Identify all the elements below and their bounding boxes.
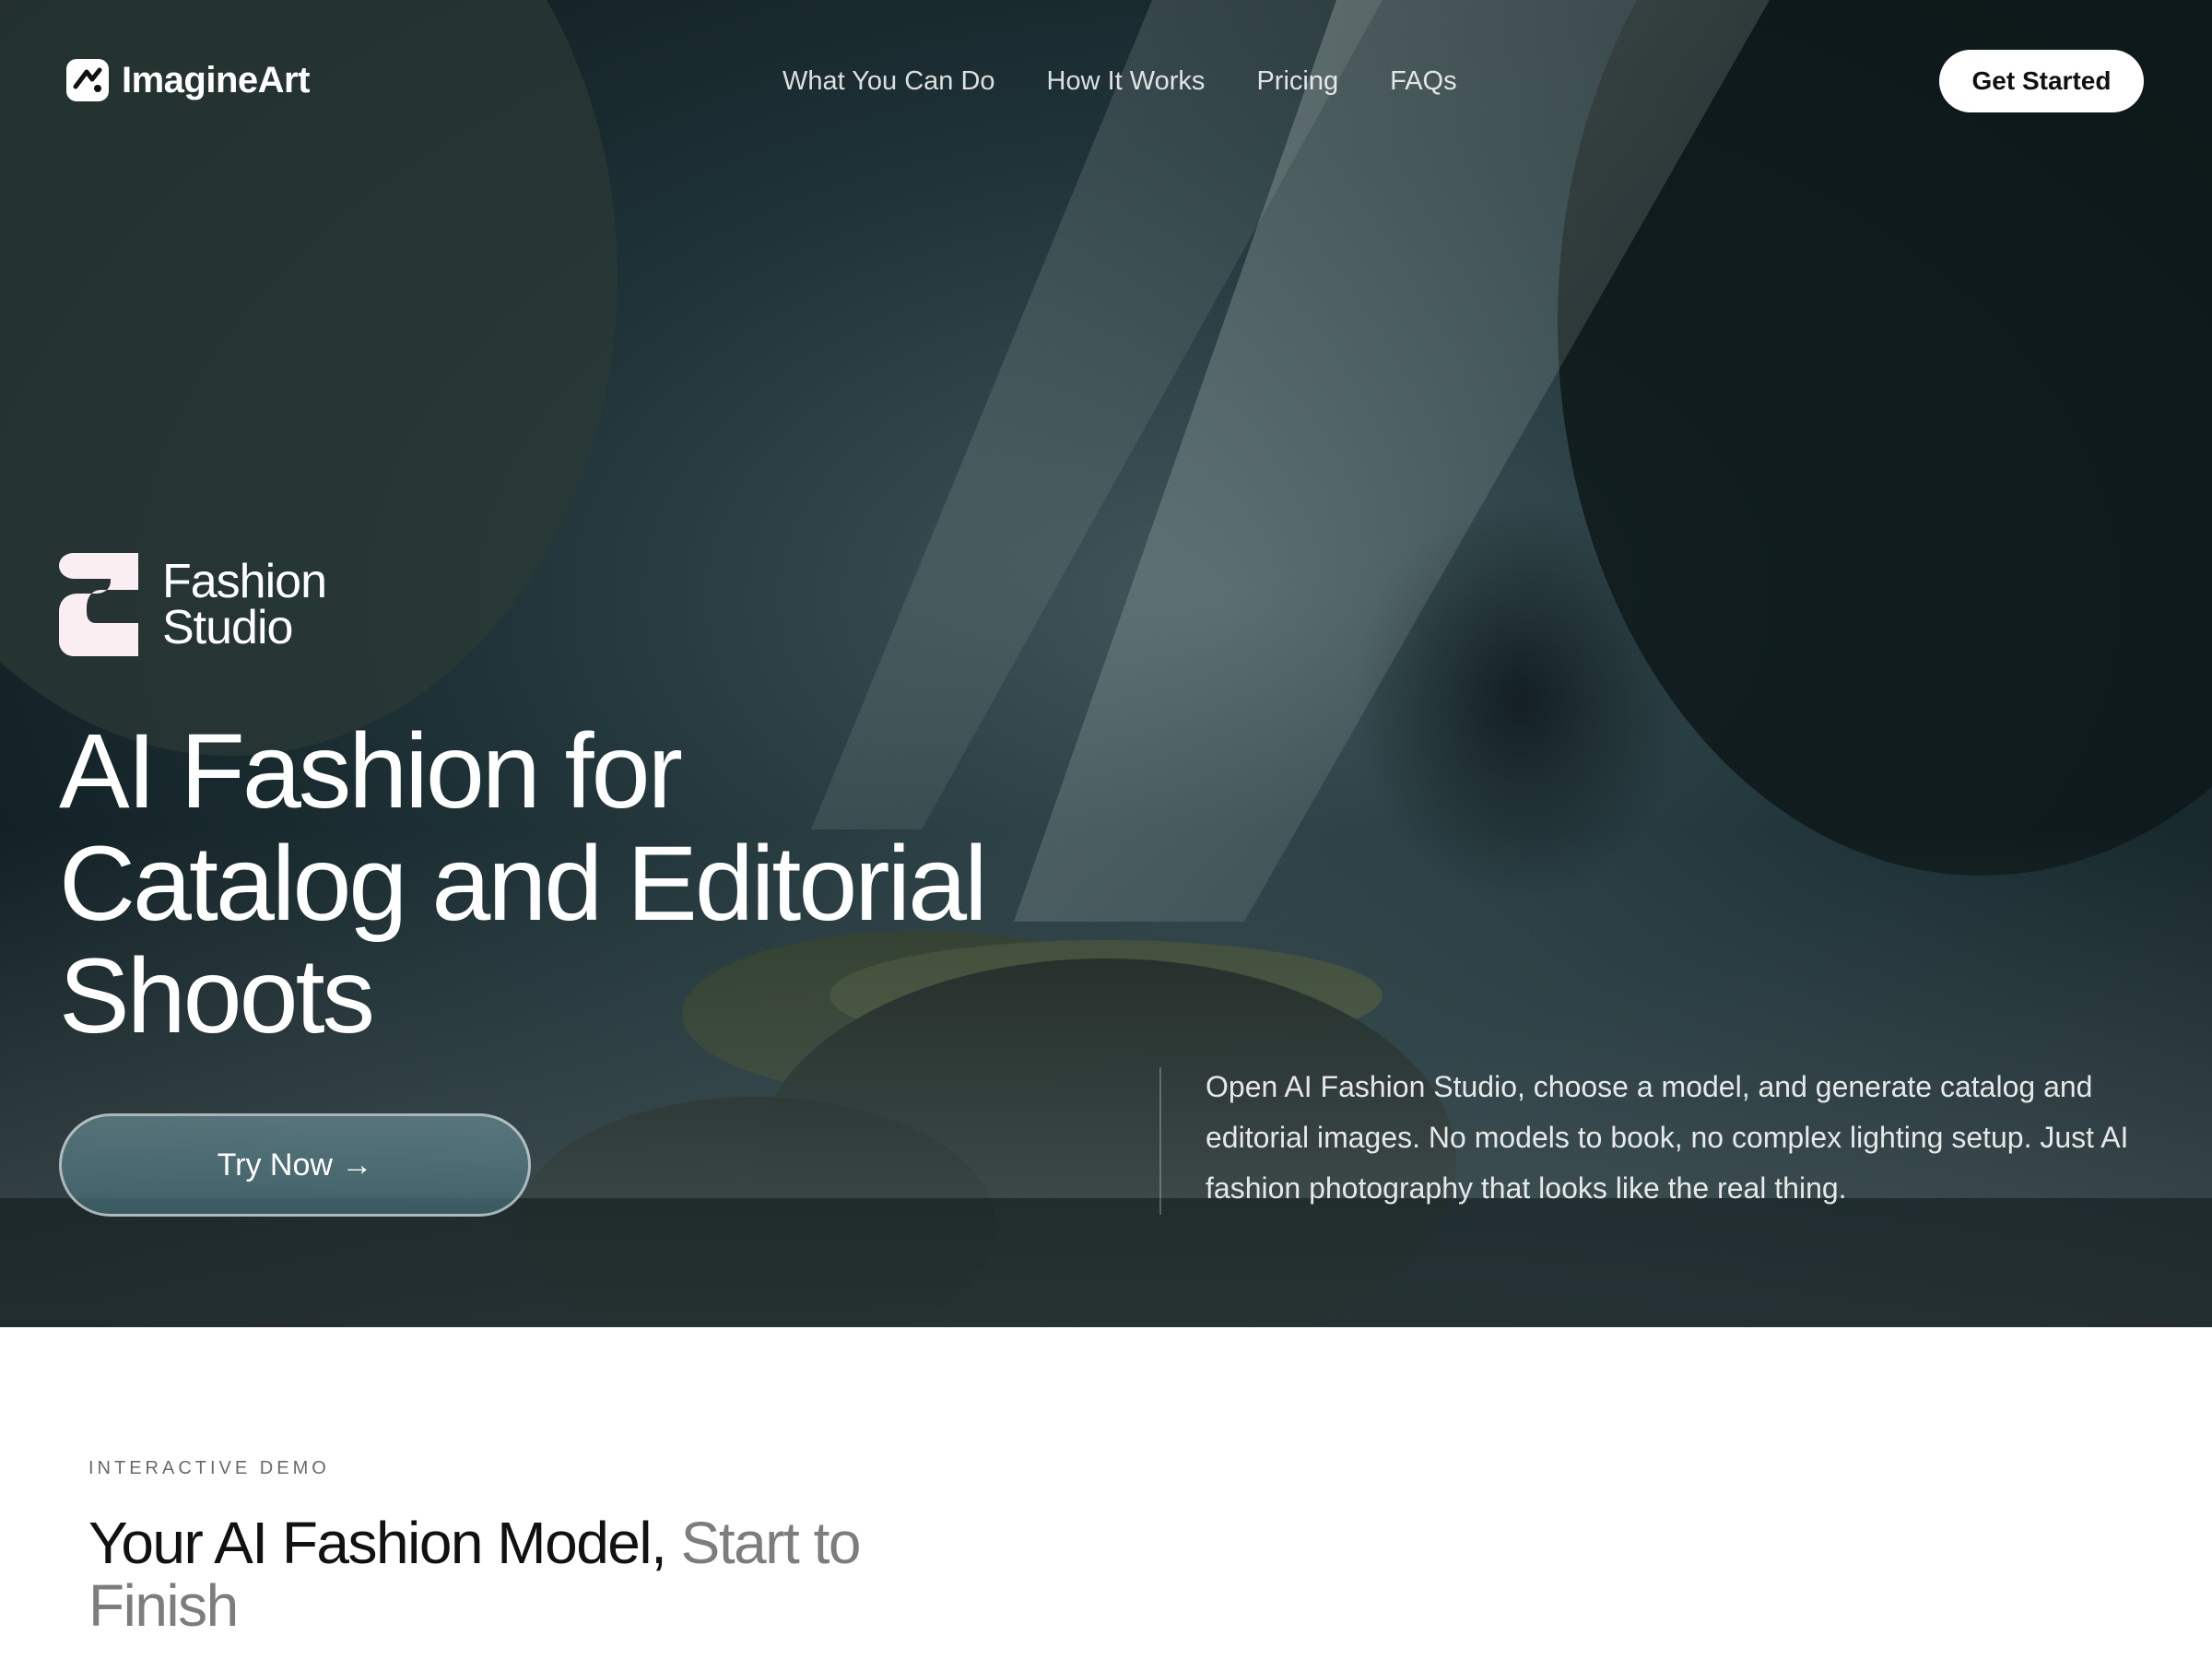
fashion-studio-label: Fashion Studio <box>162 555 327 654</box>
hero-title-line2: Catalog and Editorial <box>59 825 988 943</box>
nav-link-how-it-works[interactable]: How It Works <box>1047 66 1206 97</box>
hero-title: AI Fashion for Catalog and Editorial Sho… <box>59 715 1128 1053</box>
hero-description: Open AI Fashion Studio, choose a model, … <box>1206 1070 2129 1205</box>
brand-name: ImagineArt <box>122 59 310 100</box>
fashion-studio-line2: Studio <box>162 601 293 654</box>
main-nav: What You Can Do How It Works Pricing FAQ… <box>782 61 1457 101</box>
fashion-studio-logo-icon <box>59 553 138 656</box>
fashion-studio-line1: Fashion <box>162 555 327 608</box>
fashion-studio-badge: Fashion Studio <box>59 553 327 656</box>
nav-link-what-you-can-do[interactable]: What You Can Do <box>782 66 995 97</box>
nav-link-pricing[interactable]: Pricing <box>1256 66 1338 97</box>
section-title-main: Your AI Fashion Model, <box>88 1510 667 1576</box>
brand-logo[interactable]: ImagineArt <box>66 57 310 103</box>
nav-link-faqs[interactable]: FAQs <box>1390 66 1457 97</box>
hero-section: ImagineArt What You Can Do How It Works … <box>0 0 2212 1327</box>
section-eyebrow: INTERACTIVE DEMO <box>88 1458 330 1478</box>
imagineart-logo-icon <box>66 59 109 101</box>
section-title: Your AI Fashion Model, Start to Finish <box>88 1512 1010 1637</box>
hero-divider <box>1159 1067 1161 1215</box>
get-started-button[interactable]: Get Started <box>1939 50 2144 112</box>
hero-title-line3: Shoots <box>59 937 375 1055</box>
hero-title-line1: AI Fashion for <box>59 712 683 830</box>
try-now-button[interactable]: Try Now → <box>59 1113 531 1217</box>
